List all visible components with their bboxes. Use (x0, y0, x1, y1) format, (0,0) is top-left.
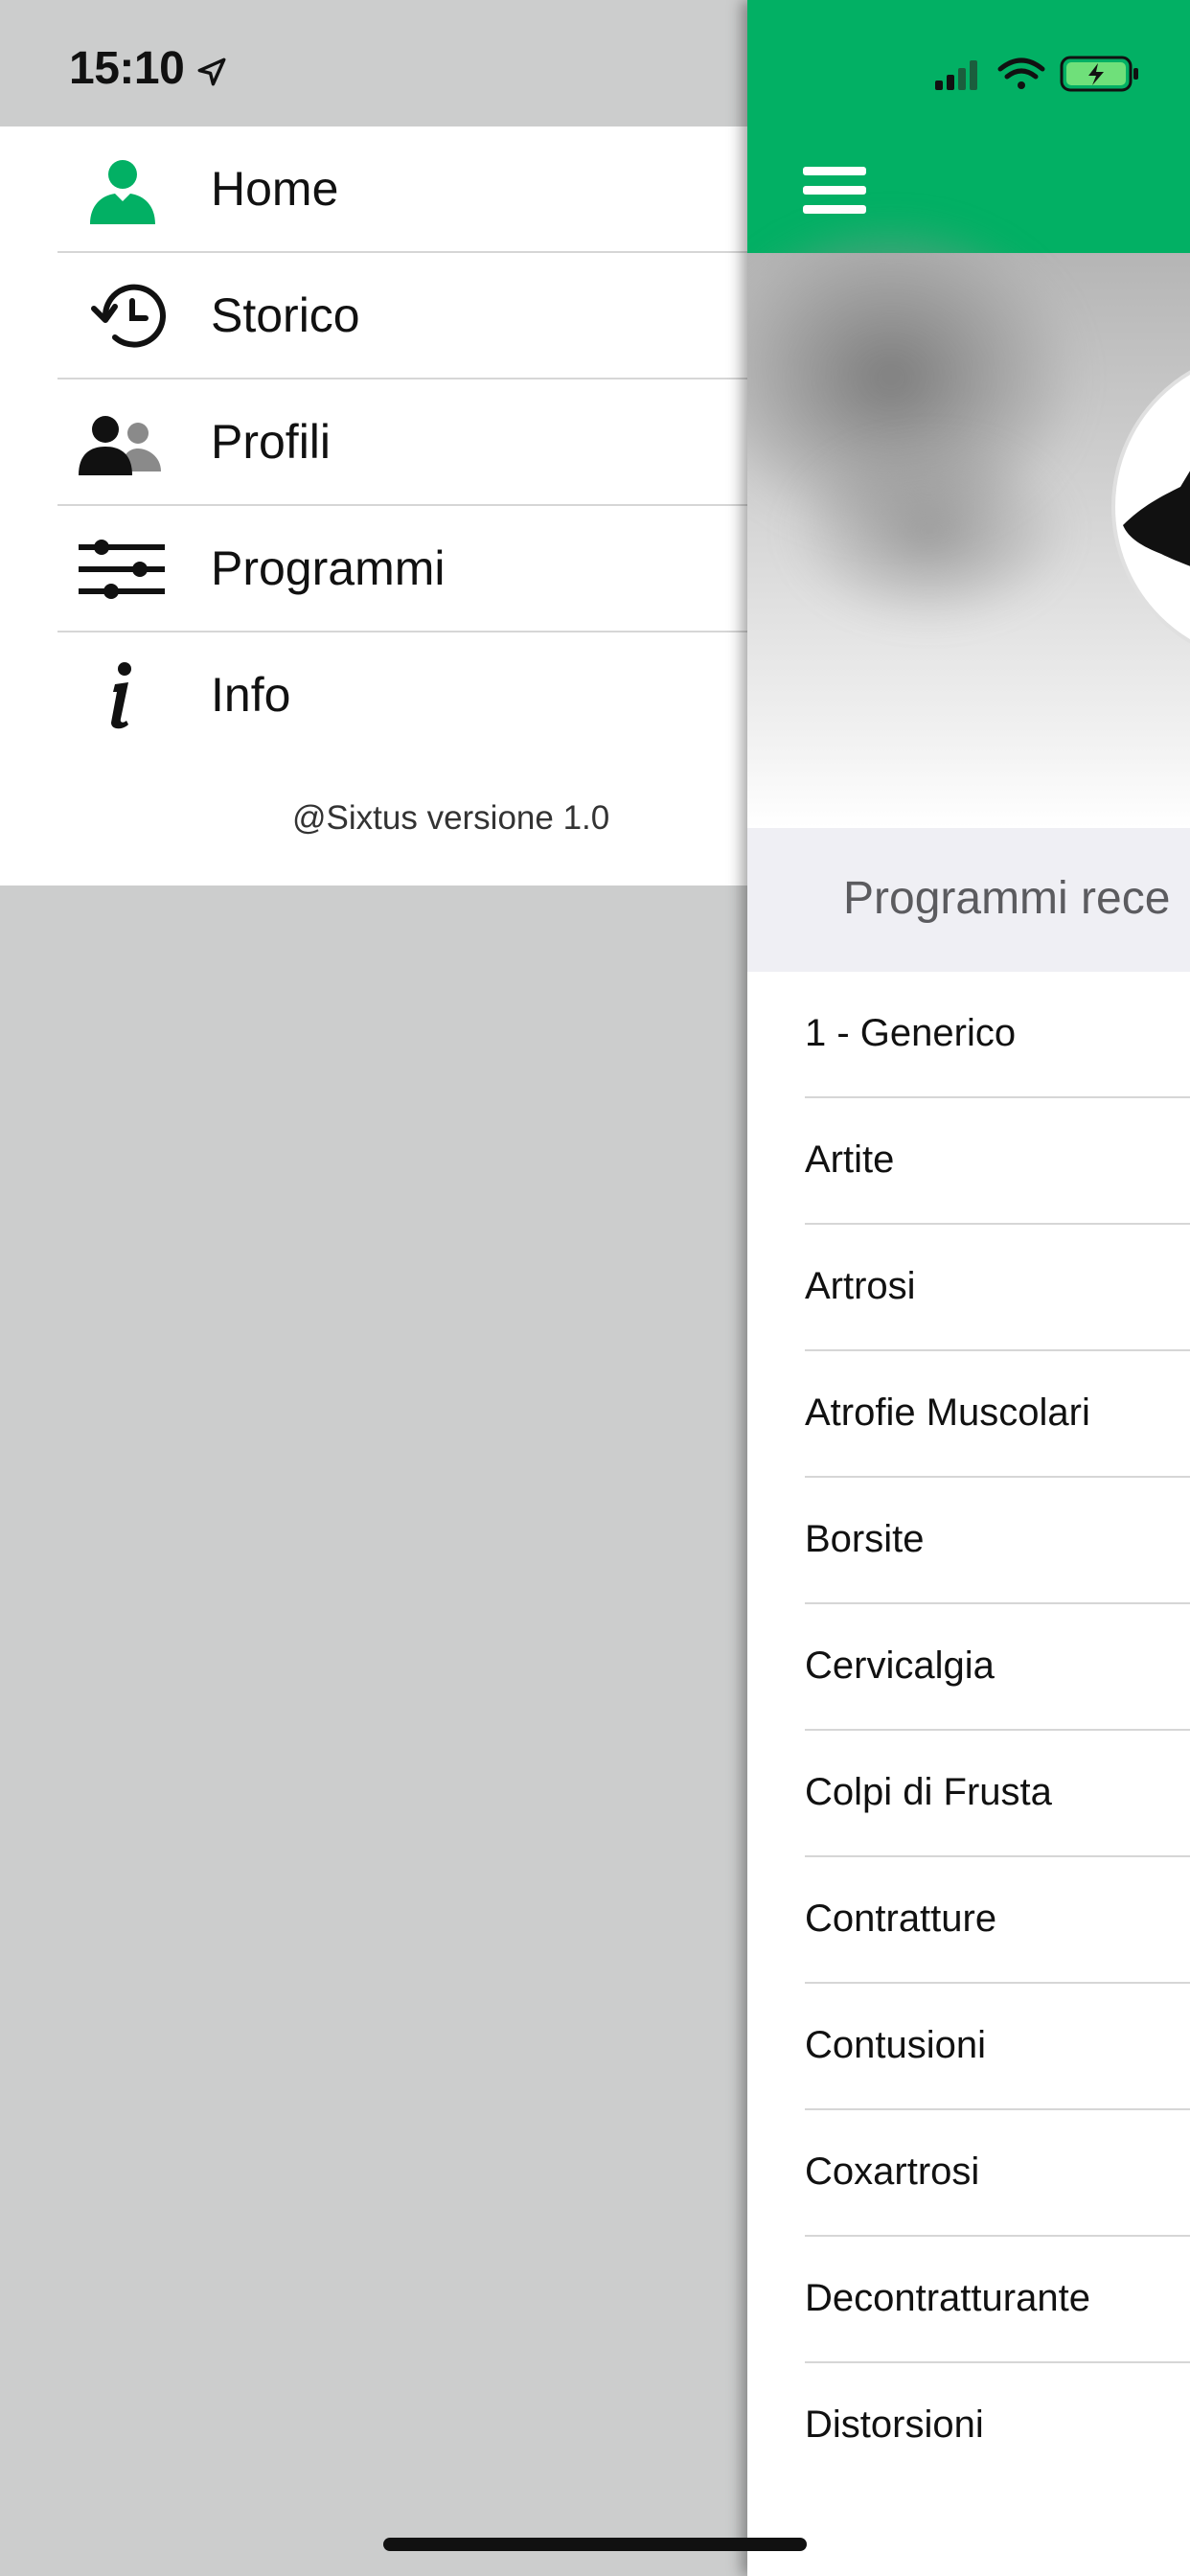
list-item[interactable]: Artite (747, 1098, 1190, 1225)
nav-bar (747, 0, 1190, 253)
menu-item-info[interactable]: Info (0, 632, 747, 759)
logo-mark (1123, 471, 1190, 566)
hamburger-menu-icon[interactable] (803, 165, 866, 215)
list-item-label: Decontratturante (805, 2277, 1090, 2319)
list-item[interactable]: Contusioni (747, 1984, 1190, 2110)
list-item-label: Cervicalgia (805, 1644, 995, 1687)
menu-label-profili: Profili (211, 415, 332, 469)
hero-banner (747, 224, 1190, 828)
menu-item-programmi[interactable]: Programmi (0, 506, 747, 632)
status-icons (935, 56, 1138, 92)
side-menu: Home Storico Profili Programmi Info @Six… (0, 126, 747, 886)
list-item[interactable]: Cervicalgia (747, 1604, 1190, 1731)
menu-label-programmi: Programmi (211, 541, 446, 595)
list-item-label: Contratture (805, 1898, 997, 1940)
list-item-label: Borsite (805, 1518, 925, 1560)
list-item[interactable]: 1 - Generico (747, 972, 1190, 1098)
wifi-icon (997, 58, 1045, 89)
user-icon (90, 160, 155, 224)
list-item-label: Artrosi (805, 1265, 916, 1307)
list-item[interactable]: Artrosi (747, 1225, 1190, 1351)
main-panel[interactable]: Programmi rece 1 - Generico Artite Artro… (747, 0, 1190, 2576)
menu-item-home[interactable]: Home (0, 126, 747, 253)
section-header: Programmi rece (747, 828, 1190, 972)
status-time: 15:10 (69, 43, 185, 94)
location-arrow-icon (197, 58, 226, 86)
list-item[interactable]: Contratture (747, 1857, 1190, 1984)
sliders-icon (79, 540, 165, 599)
list-item-label: Atrofie Muscolari (805, 1392, 1090, 1434)
profiles-icon (79, 416, 161, 475)
list-item-label: Contusioni (805, 2024, 987, 2066)
list-item[interactable]: Decontratturante (747, 2237, 1190, 2363)
version-label: @Sixtus versione 1.0 (292, 799, 610, 837)
list-item-label: Coxartrosi (805, 2150, 980, 2193)
status-bar: 15:10 (0, 0, 747, 126)
history-icon (91, 284, 166, 348)
list-item-label: Artite (805, 1138, 895, 1181)
list-item[interactable]: Atrofie Muscolari (747, 1351, 1190, 1478)
list-item-label: Colpi di Frusta (805, 1771, 1052, 1813)
menu-item-profili[interactable]: Profili (0, 380, 747, 506)
menu-label-storico: Storico (211, 288, 360, 342)
list-item[interactable]: Distorsioni (747, 2363, 1190, 2490)
hero-blur (786, 435, 1073, 627)
list-item-label: 1 - Generico (805, 1012, 1017, 1054)
app-logo (1111, 349, 1190, 665)
program-list: 1 - Generico Artite Artrosi Atrofie Musc… (747, 972, 1190, 2490)
list-item[interactable]: Borsite (747, 1478, 1190, 1604)
home-indicator[interactable] (383, 2538, 807, 2551)
menu-label-info: Info (211, 668, 291, 722)
list-item[interactable]: Colpi di Frusta (747, 1731, 1190, 1857)
menu-item-storico[interactable]: Storico (0, 253, 747, 380)
battery-icon (1060, 56, 1138, 92)
info-icon (111, 662, 131, 729)
signal-icon (935, 60, 977, 90)
section-header-title: Programmi rece (843, 873, 1171, 924)
menu-label-home: Home (211, 162, 339, 216)
list-item[interactable]: Coxartrosi (747, 2110, 1190, 2237)
list-item-label: Distorsioni (805, 2404, 984, 2446)
